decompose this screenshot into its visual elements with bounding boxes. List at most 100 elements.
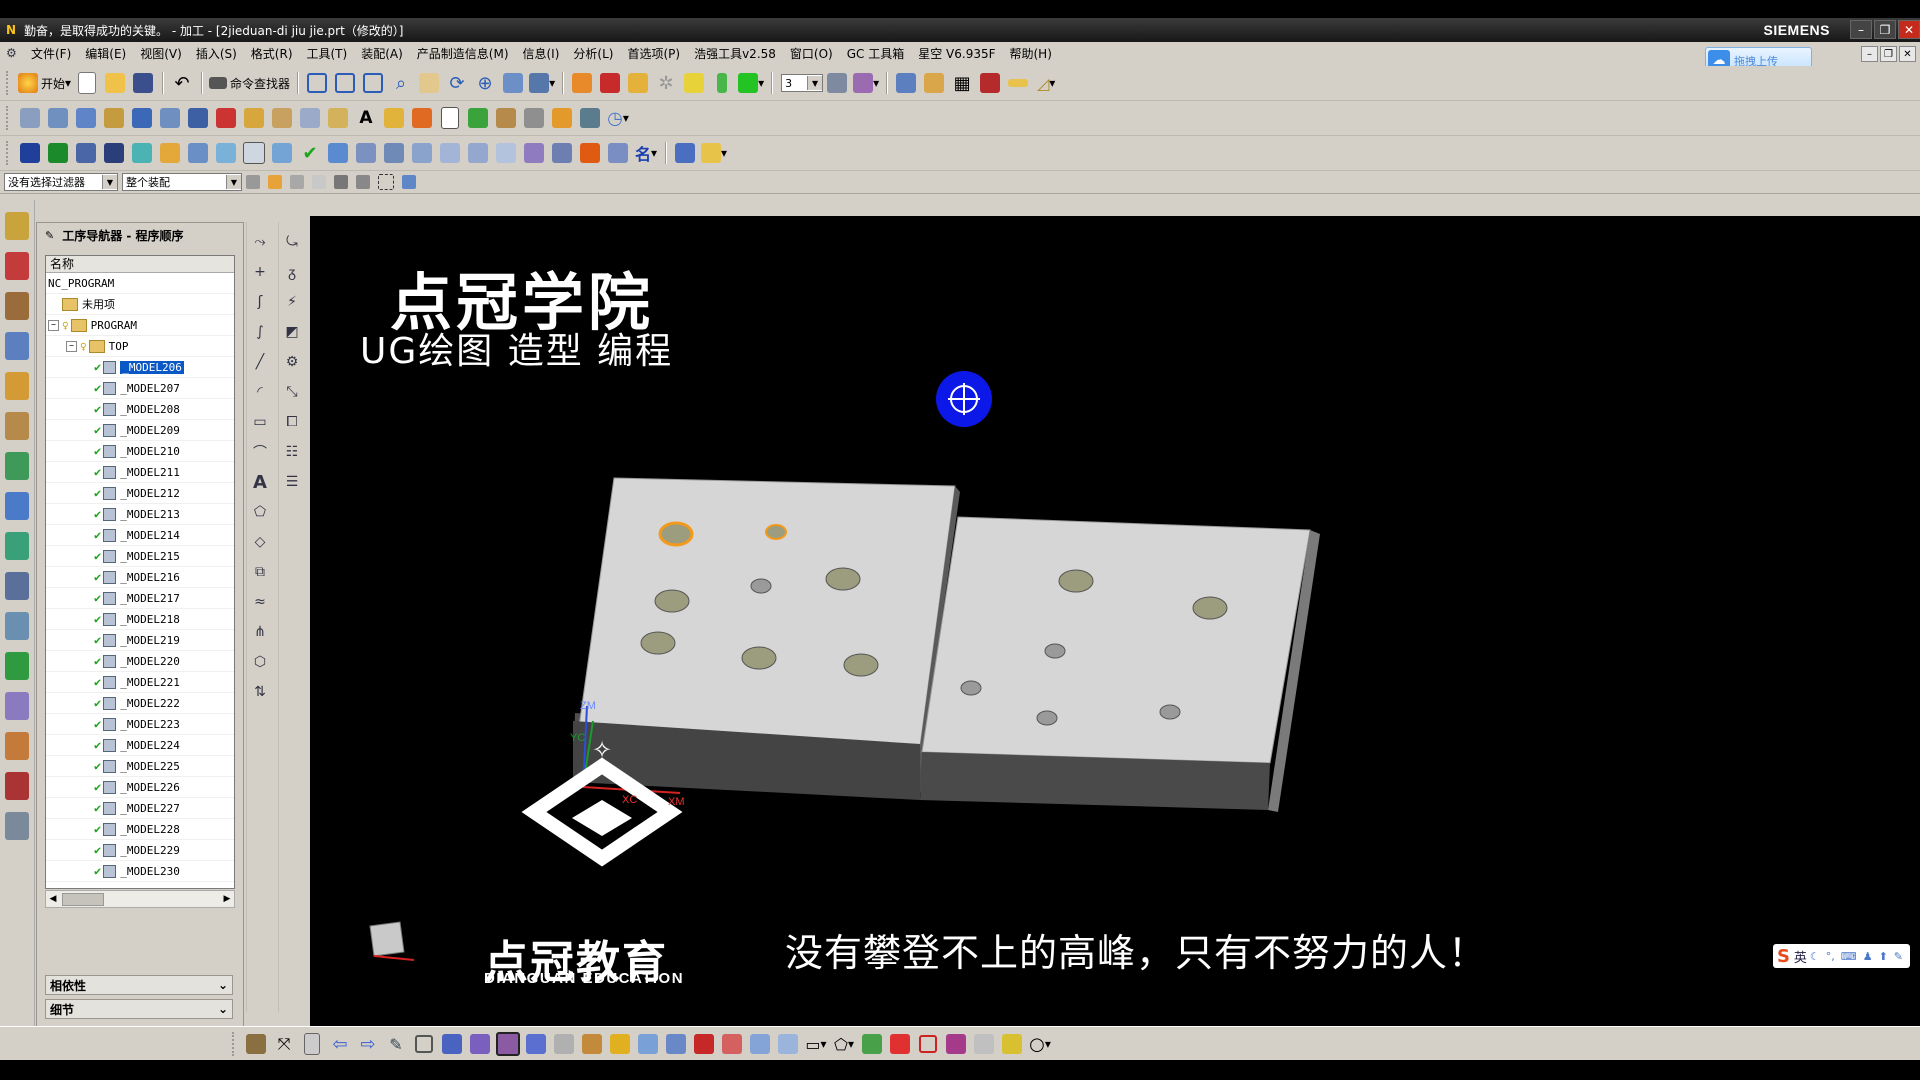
process-studio-icon[interactable] — [5, 612, 29, 640]
feature-navigator-icon[interactable] — [5, 412, 29, 440]
fit-view-button[interactable] — [305, 70, 329, 96]
edit-curve-icon[interactable]: ⤿ — [282, 232, 302, 252]
copy-op-button[interactable] — [214, 140, 238, 166]
menu-information[interactable]: 信息(I) — [516, 45, 567, 62]
history-icon[interactable] — [5, 572, 29, 600]
studio-button[interactable] — [626, 70, 650, 96]
polyline-icon[interactable]: ⌒ — [250, 442, 270, 462]
list-toolpath-button[interactable]: A — [354, 105, 378, 131]
render-style-button[interactable]: ▾ — [529, 70, 555, 96]
operation-f-button[interactable] — [466, 140, 490, 166]
visualization-icon[interactable] — [5, 772, 29, 800]
operation-row[interactable]: ✔ _MODEL222 — [46, 693, 234, 714]
undo-button[interactable]: ↶ — [170, 70, 194, 96]
chamfer-button[interactable] — [776, 1031, 800, 1057]
view-triad-button[interactable] — [501, 70, 525, 96]
scale-curve-icon[interactable]: ⤡ — [282, 382, 302, 402]
operation-row[interactable]: ✔ _MODEL210 — [46, 441, 234, 462]
move-op-button[interactable] — [242, 140, 266, 166]
operation-row[interactable]: ✔ _MODEL208 — [46, 399, 234, 420]
user-roles-icon[interactable] — [5, 732, 29, 760]
new-file-button[interactable] — [75, 70, 99, 96]
zoom-window-button[interactable] — [361, 70, 385, 96]
close-icon[interactable]: ✕ — [1898, 20, 1920, 39]
circle-button[interactable]: ○ ▾ — [1028, 1031, 1052, 1057]
toolbar-gripper[interactable] — [6, 106, 12, 130]
align-curve-icon[interactable]: ☷ — [282, 442, 302, 462]
operation-row[interactable]: ✔ _MODEL211 — [46, 462, 234, 483]
groove-button[interactable] — [608, 1031, 632, 1057]
measure-button[interactable] — [1006, 70, 1030, 96]
text-icon[interactable]: A — [250, 472, 270, 493]
graphics-viewport[interactable]: ✧ 点冠学院 UG绘图 造型 编程 ZM YC XC XM 点冠教育 DIANG… — [310, 216, 1920, 1026]
operation-j-button[interactable] — [606, 140, 630, 166]
menu-edit[interactable]: 编辑(E) — [78, 45, 133, 62]
extrude-button[interactable] — [440, 1031, 464, 1057]
navigator-horizontal-scrollbar[interactable]: ◀ ▶ — [45, 890, 235, 908]
menu-view[interactable]: 视图(V) — [133, 45, 189, 62]
operation-row[interactable]: ✔ _MODEL220 — [46, 651, 234, 672]
transform-button[interactable] — [894, 70, 918, 96]
operation-row[interactable]: ✔ _MODEL213 — [46, 504, 234, 525]
assembly-navigator-icon[interactable] — [5, 212, 29, 240]
menu-insert[interactable]: 插入(S) — [189, 45, 244, 62]
restore-icon[interactable]: ❐ — [1874, 20, 1896, 39]
operation-row[interactable]: ✔ _MODEL229 — [46, 840, 234, 861]
checkmark-button[interactable]: ✔ — [298, 140, 322, 166]
menu-format[interactable]: 格式(R) — [244, 45, 300, 62]
machine-tool-view-button[interactable] — [186, 105, 210, 131]
replay-toolpath-button[interactable] — [298, 105, 322, 131]
subtract-button[interactable] — [692, 1031, 716, 1057]
menu-analysis[interactable]: 分析(L) — [566, 45, 620, 62]
mirror-button[interactable] — [102, 140, 126, 166]
part-navigator-icon[interactable] — [5, 292, 29, 320]
book-button[interactable] — [74, 140, 98, 166]
command-finder-button[interactable]: 命令查找器 — [209, 70, 290, 96]
pad-button[interactable] — [580, 1031, 604, 1057]
simulation-button[interactable] — [466, 105, 490, 131]
zoom-button[interactable]: ⌕ — [389, 70, 413, 96]
create-method-button[interactable] — [102, 105, 126, 131]
smooth-spline-icon[interactable]: ◩ — [282, 322, 302, 342]
project-button[interactable] — [412, 1031, 436, 1057]
operation-row[interactable]: ✔ _MODEL221 — [46, 672, 234, 693]
datum-plane-button[interactable]: ⤧ — [272, 1031, 296, 1057]
details-section[interactable]: 细节 ⌄ — [45, 999, 233, 1019]
join-curve-icon[interactable]: ⇅ — [250, 682, 270, 702]
verify-toolpath-button[interactable] — [326, 105, 350, 131]
blend-button[interactable] — [748, 1031, 772, 1057]
box-select-icon[interactable] — [378, 174, 394, 190]
session-icon[interactable] — [5, 812, 29, 840]
generate-toolpath-button[interactable] — [270, 105, 294, 131]
minimize-icon[interactable]: – — [1850, 20, 1872, 39]
transform-op-button[interactable] — [186, 140, 210, 166]
menu-assembly[interactable]: 装配(A) — [354, 45, 410, 62]
object-button[interactable] — [130, 140, 154, 166]
operation-row[interactable]: ✔ _MODEL226 — [46, 777, 234, 798]
method-view-button[interactable] — [242, 105, 266, 131]
menu-tools[interactable]: 工具(T) — [300, 45, 355, 62]
start-button[interactable]: 开始 ▾ — [18, 70, 71, 96]
operation-row[interactable]: ✔ _MODEL218 — [46, 609, 234, 630]
type-filter-select[interactable]: 没有选择过滤器 ▼ — [4, 173, 118, 191]
hole-button[interactable] — [496, 1031, 520, 1057]
analysis-button[interactable] — [944, 1031, 968, 1057]
tree-root-row[interactable]: NC_PROGRAM — [46, 273, 234, 294]
scroll-left-icon[interactable]: ◀ — [46, 894, 60, 904]
sheet-button[interactable] — [300, 1031, 324, 1057]
operation-row[interactable]: ✔ _MODEL224 — [46, 735, 234, 756]
polygon-sketch-button[interactable]: ⬠ ▾ — [832, 1031, 856, 1057]
unite-button[interactable] — [664, 1031, 688, 1057]
tree-program-row[interactable]: − ♀ PROGRAM — [46, 315, 234, 336]
clock-button[interactable]: ◷ ▾ — [606, 105, 630, 131]
toolbar-gripper[interactable] — [6, 71, 12, 95]
extract-curve-icon[interactable]: ⬡ — [250, 652, 270, 672]
wireframe-button[interactable]: ✲ — [654, 70, 678, 96]
inspect-button[interactable] — [972, 1031, 996, 1057]
system-materials-icon[interactable] — [5, 692, 29, 720]
web-browser-icon[interactable] — [5, 492, 29, 520]
slot-button[interactable] — [636, 1031, 660, 1057]
rename-button[interactable]: 名 ▾ — [634, 140, 658, 166]
create-operation-button[interactable] — [130, 105, 154, 131]
partial-shade-button[interactable] — [682, 70, 706, 96]
